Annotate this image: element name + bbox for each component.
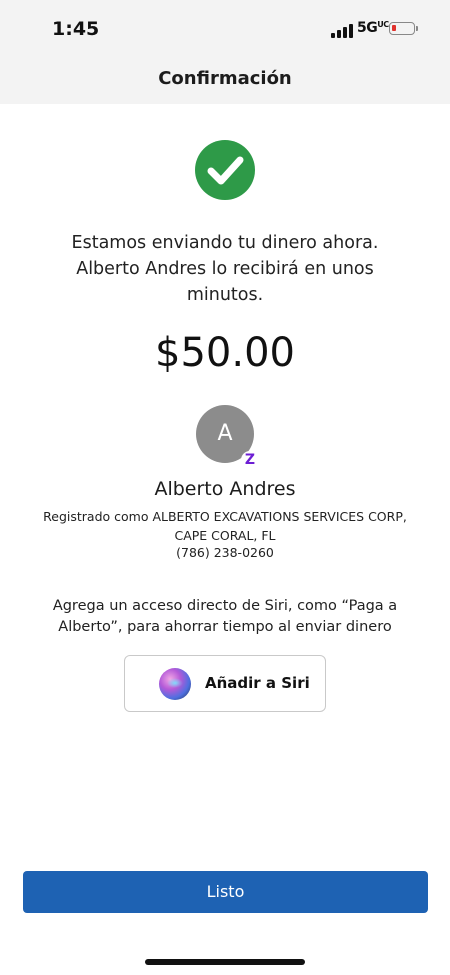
network-type: 5GUC: [357, 20, 389, 36]
cellular-signal-icon: [331, 24, 353, 38]
recipient-registered-as: Registrado como ALBERTO EXCAVATIONS SERV…: [43, 509, 407, 543]
checkmark-circle-icon: [195, 140, 255, 200]
done-button[interactable]: Listo: [23, 871, 428, 913]
recipient-phone: (786) 238-0260: [176, 545, 274, 560]
siri-icon: [159, 668, 191, 700]
page-title: Confirmación: [158, 68, 292, 89]
siri-shortcut-hint: Agrega un acceso directo de Siri, como “…: [52, 598, 398, 635]
zelle-logo-icon: Z: [241, 451, 259, 469]
sent-amount: $50.00: [155, 330, 295, 376]
battery-icon: [389, 22, 418, 35]
add-to-siri-button[interactable]: Añadir a Siri: [124, 655, 326, 712]
add-to-siri-label: Añadir a Siri: [205, 674, 310, 692]
home-indicator[interactable]: [145, 959, 305, 965]
status-time: 1:45: [52, 18, 100, 40]
status-bar: 1:45 5GUC: [0, 0, 450, 60]
recipient-name: Alberto Andres: [154, 478, 296, 500]
confirmation-message: Estamos enviando tu dinero ahora. Albert…: [71, 233, 379, 305]
